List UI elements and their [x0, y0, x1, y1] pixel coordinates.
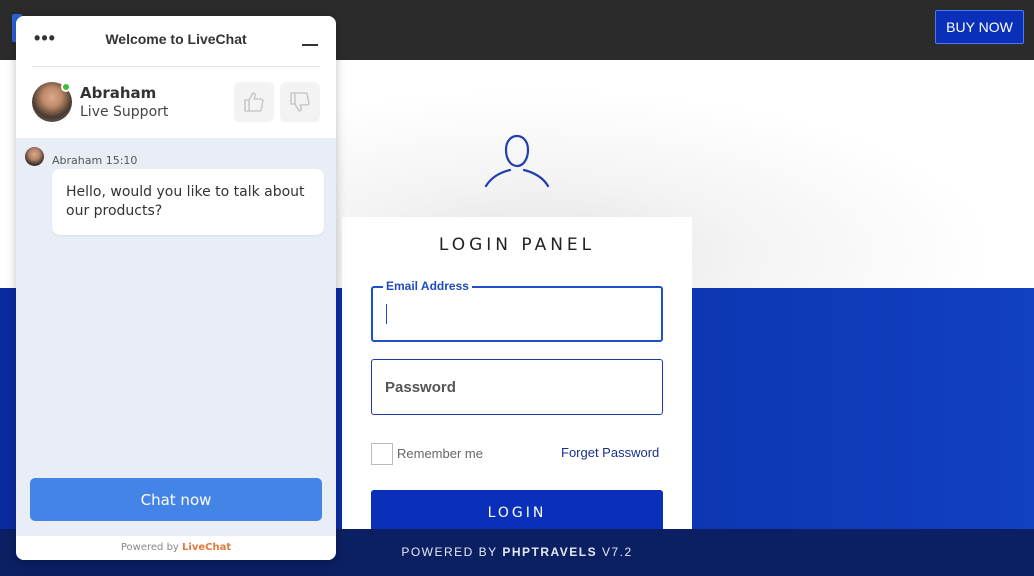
remember-me-label[interactable]: Remember me [397, 446, 483, 461]
message-avatar [25, 147, 44, 166]
password-field[interactable] [371, 359, 663, 415]
forget-password-link[interactable]: Forget Password [561, 445, 659, 460]
email-input[interactable] [373, 288, 661, 340]
rate-good-button[interactable] [234, 82, 274, 122]
livechat-widget: ••• Welcome to LiveChat Abraham Live Sup… [16, 16, 336, 560]
chat-header: ••• Welcome to LiveChat Abraham Live Sup… [16, 16, 336, 138]
online-status-indicator [61, 82, 71, 92]
login-title: LOGIN PANEL [438, 235, 596, 255]
rate-bad-button[interactable] [280, 82, 320, 122]
thumbs-down-icon [290, 92, 310, 112]
footer-brand[interactable]: PHPTRAVELS [502, 545, 597, 559]
login-panel: LOGIN PANEL Email Address Remember me Fo… [342, 217, 692, 538]
message-meta: Abraham 15:10 [52, 154, 138, 167]
buy-now-button[interactable]: BUY NOW [935, 10, 1024, 44]
powered-by-text: Powered by [120, 542, 179, 553]
password-input[interactable] [372, 360, 662, 414]
user-outline-icon [484, 134, 550, 188]
livechat-brand-link[interactable]: LiveChat [182, 542, 231, 553]
agent-name: Abraham [80, 84, 157, 102]
footer-prefix: POWERED BY [401, 545, 498, 559]
chat-now-button[interactable]: Chat now [30, 478, 322, 521]
footer-version: V7.2 [601, 545, 633, 559]
minimize-icon[interactable] [300, 34, 320, 54]
thumbs-up-icon [244, 92, 264, 112]
chat-header-divider [32, 66, 320, 67]
remember-me-checkbox[interactable] [371, 443, 393, 465]
email-field[interactable]: Email Address [371, 279, 663, 342]
message-bubble: Hello, would you like to talk about our … [52, 169, 324, 235]
agent-role: Live Support [80, 104, 169, 120]
chat-powered-by: Powered by LiveChat [16, 536, 336, 560]
chat-title: Welcome to LiveChat [105, 31, 247, 47]
text-cursor [386, 304, 387, 324]
